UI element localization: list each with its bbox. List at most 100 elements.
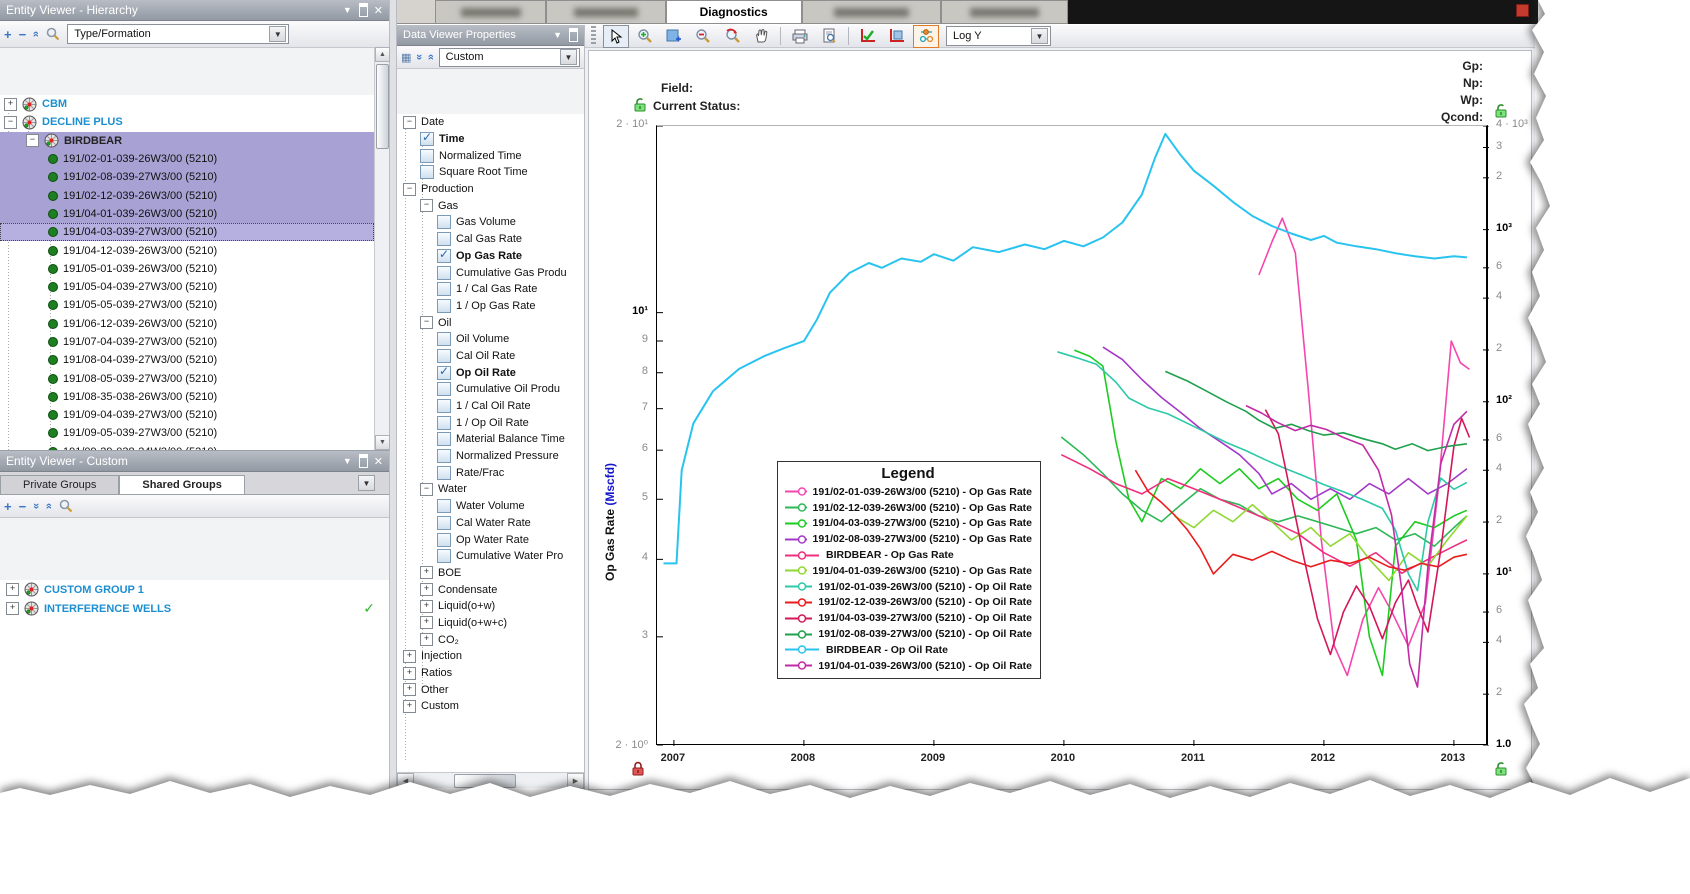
- property-item[interactable]: Cal Oil Rate: [397, 348, 584, 365]
- property-checkbox[interactable]: [437, 399, 451, 414]
- tab-blurred[interactable]: [801, 0, 941, 23]
- scroll-up-icon[interactable]: ▲: [375, 47, 390, 62]
- property-checkbox[interactable]: [437, 215, 451, 230]
- tree-item-well[interactable]: 191/04-01-039-26W3/00 (5210): [0, 204, 374, 224]
- panel-menu-icon[interactable]: ▼: [553, 30, 562, 40]
- property-item[interactable]: Normalized Time: [397, 147, 584, 164]
- tree-expander-icon[interactable]: −: [420, 482, 433, 496]
- search-icon[interactable]: [59, 499, 73, 513]
- collapse-all-icon[interactable]: »: [30, 31, 42, 37]
- chart-legend[interactable]: Legend 191/02-01-039-26W3/00 (5210) - Op…: [777, 461, 1041, 679]
- property-checkbox[interactable]: [420, 130, 434, 147]
- property-item[interactable]: Rate/Frac: [397, 464, 584, 481]
- chart-apply-button[interactable]: [855, 25, 881, 48]
- tree-expander-icon[interactable]: −: [403, 115, 416, 129]
- tree-expander-icon[interactable]: +: [403, 649, 416, 663]
- property-item[interactable]: Water Volume: [397, 498, 584, 515]
- property-item[interactable]: + Injection: [397, 648, 584, 665]
- pin-icon[interactable]: [358, 454, 368, 468]
- tree-item-well[interactable]: 191/04-03-039-27W3/00 (5210): [0, 223, 374, 242]
- tree-expander-icon[interactable]: +: [420, 566, 433, 580]
- tree-item-well[interactable]: 191/06-12-039-26W3/00 (5210): [0, 315, 374, 333]
- tree-item-group[interactable]: + CBM: [0, 95, 374, 113]
- property-item[interactable]: Cal Gas Rate: [397, 231, 584, 248]
- tree-item-group[interactable]: − DECLINE PLUS: [0, 113, 374, 131]
- property-checkbox[interactable]: [437, 364, 451, 380]
- collapse-all-icon[interactable]: »: [425, 54, 437, 60]
- property-item[interactable]: Square Root Time: [397, 164, 584, 181]
- zoom-in-button[interactable]: [632, 25, 658, 48]
- panel-menu-icon[interactable]: ▼: [343, 5, 352, 15]
- tree-item-well[interactable]: 191/05-05-039-27W3/00 (5210): [0, 296, 374, 314]
- property-item[interactable]: Oil Volume: [397, 331, 584, 348]
- property-checkbox[interactable]: [437, 415, 451, 430]
- pan-button[interactable]: [748, 25, 774, 48]
- scroll-down-icon[interactable]: ▼: [375, 435, 390, 450]
- panel-splitter[interactable]: [390, 0, 397, 790]
- tree-expander-icon[interactable]: −: [420, 316, 433, 330]
- scrollbar-thumb[interactable]: [376, 64, 389, 149]
- property-checkbox[interactable]: [437, 465, 451, 480]
- property-checkbox[interactable]: [437, 432, 451, 447]
- tree-expander-icon[interactable]: +: [403, 699, 416, 713]
- property-item[interactable]: + Other: [397, 681, 584, 698]
- chart-region-button[interactable]: [884, 25, 910, 48]
- collapse-all-icon[interactable]: »: [43, 503, 55, 509]
- tree-item-well[interactable]: 191/08-35-038-26W3/00 (5210): [0, 388, 374, 406]
- property-checkbox[interactable]: [437, 549, 451, 564]
- property-item[interactable]: + Condensate: [397, 581, 584, 598]
- tree-item-well[interactable]: 191/02-12-039-26W3/00 (5210): [0, 186, 374, 205]
- tab-diagnostics[interactable]: Diagnostics: [665, 0, 802, 23]
- property-item[interactable]: 1 / Op Gas Rate: [397, 298, 584, 315]
- property-item[interactable]: Normalized Pressure: [397, 448, 584, 465]
- tree-item-well[interactable]: 191/09-04-039-27W3/00 (5210): [0, 406, 374, 424]
- tree-expander-icon[interactable]: −: [420, 199, 433, 213]
- unlock-icon[interactable]: [1494, 103, 1508, 118]
- property-item[interactable]: Op Oil Rate: [397, 364, 584, 381]
- remove-entity-button[interactable]: −: [19, 28, 27, 41]
- tab-blurred[interactable]: [940, 0, 1069, 23]
- property-item[interactable]: 1 / Cal Oil Rate: [397, 398, 584, 415]
- tree-item-well[interactable]: 191/02-08-039-27W3/00 (5210): [0, 168, 374, 187]
- tree-expander-icon[interactable]: +: [6, 583, 19, 596]
- node-view-button[interactable]: [913, 24, 939, 48]
- window-close-button[interactable]: [1516, 4, 1529, 17]
- toolbar-drag-handle[interactable]: [591, 26, 596, 46]
- property-item[interactable]: Gas Volume: [397, 214, 584, 231]
- expand-all-icon[interactable]: »: [30, 503, 42, 509]
- property-item[interactable]: Time: [397, 130, 584, 148]
- property-checkbox[interactable]: [437, 298, 451, 313]
- unlock-icon[interactable]: [1494, 761, 1508, 776]
- property-item[interactable]: + Custom: [397, 698, 584, 715]
- property-item[interactable]: Op Gas Rate: [397, 247, 584, 265]
- tree-expander-icon[interactable]: +: [420, 599, 433, 613]
- tab-blurred[interactable]: [435, 0, 547, 23]
- chevron-down-icon[interactable]: ▼: [358, 475, 375, 491]
- tree-item-well[interactable]: 191/05-04-039-27W3/00 (5210): [0, 278, 374, 296]
- print-preview-button[interactable]: [816, 25, 842, 48]
- scroll-left-icon[interactable]: ◀: [397, 772, 414, 789]
- property-checkbox[interactable]: [420, 148, 434, 163]
- tree-expander-icon[interactable]: −: [403, 182, 416, 196]
- log-y-dropdown[interactable]: Log Y ▼: [946, 26, 1051, 46]
- plot-area[interactable]: Legend 191/02-01-039-26W3/00 (5210) - Op…: [656, 125, 1489, 746]
- property-checkbox[interactable]: [420, 165, 434, 180]
- add-entity-button[interactable]: +: [4, 28, 12, 41]
- custom-group-item[interactable]: + CUSTOM GROUP 1: [0, 580, 389, 599]
- property-item[interactable]: + Ratios: [397, 665, 584, 682]
- property-item[interactable]: − Oil: [397, 314, 584, 331]
- tree-item-well[interactable]: 191/09-05-039-27W3/00 (5210): [0, 424, 374, 442]
- property-item[interactable]: Cumulative Water Pro: [397, 548, 584, 565]
- pin-icon[interactable]: [358, 3, 368, 17]
- print-button[interactable]: [787, 25, 813, 48]
- tree-expander-icon[interactable]: +: [4, 97, 17, 111]
- zoom-out-button[interactable]: [690, 25, 716, 48]
- unlock-icon[interactable]: [633, 97, 647, 112]
- expand-all-icon[interactable]: »: [413, 54, 425, 60]
- pin-icon[interactable]: [569, 28, 578, 42]
- tree-item-well[interactable]: 191/04-12-039-26W3/00 (5210): [0, 241, 374, 259]
- close-icon[interactable]: ✕: [374, 4, 383, 17]
- tree-item-group[interactable]: − BIRDBEAR: [0, 131, 374, 150]
- property-checkbox[interactable]: [437, 499, 451, 514]
- tree-expander-icon[interactable]: +: [403, 683, 416, 697]
